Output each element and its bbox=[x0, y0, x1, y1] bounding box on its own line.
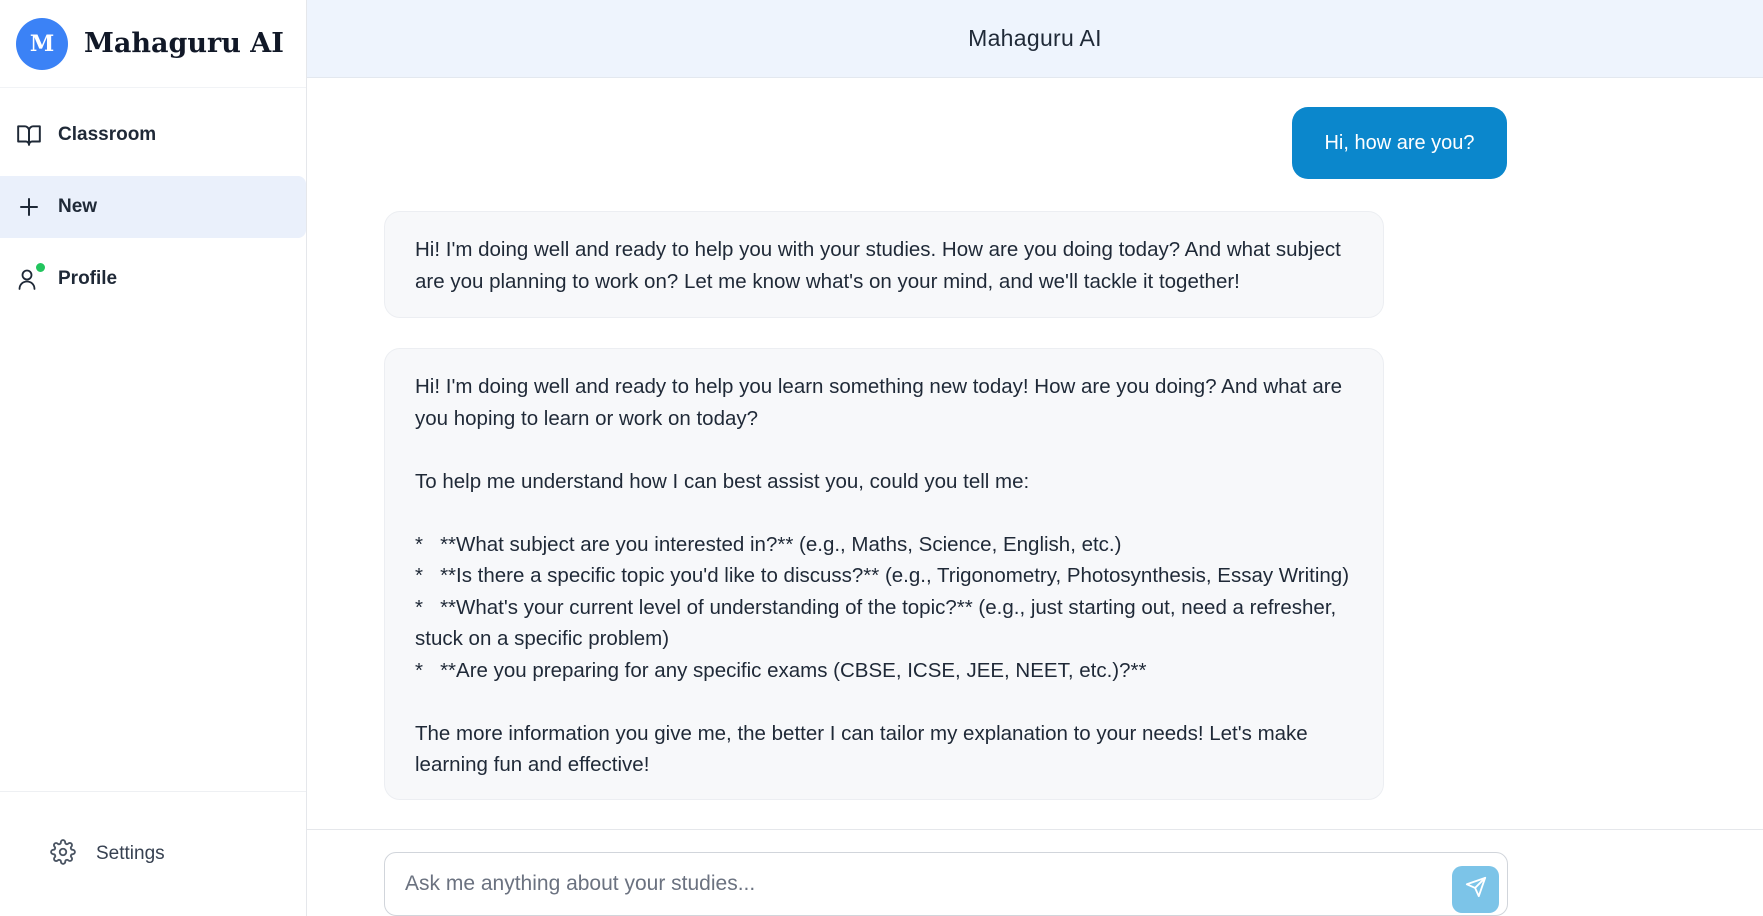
assistant-message: Hi! I'm doing well and ready to help you… bbox=[384, 348, 1384, 800]
sidebar-item-profile[interactable]: Profile bbox=[0, 248, 306, 310]
send-button[interactable] bbox=[1452, 866, 1499, 913]
brand: M Mahaguru AI bbox=[0, 0, 306, 88]
sidebar-nav: Classroom New Profile bbox=[0, 88, 306, 310]
page-title: Mahaguru AI bbox=[968, 25, 1102, 51]
online-status-dot bbox=[35, 262, 46, 273]
composer bbox=[384, 852, 1508, 916]
book-icon bbox=[16, 122, 42, 148]
composer-area bbox=[307, 829, 1763, 916]
sidebar: M Mahaguru AI Classroom New Profile Sett… bbox=[0, 0, 307, 916]
chat-messages: Hi, how are you? Hi! I'm doing well and … bbox=[307, 78, 1763, 828]
sidebar-item-label: Profile bbox=[58, 268, 118, 289]
brand-name: Mahaguru AI bbox=[84, 28, 284, 59]
chat-main: Mahaguru AI Hi, how are you? Hi! I'm doi… bbox=[307, 0, 1763, 916]
assistant-message: Hi! I'm doing well and ready to help you… bbox=[384, 211, 1384, 318]
brand-logo-avatar: M bbox=[16, 17, 68, 70]
sidebar-item-classroom[interactable]: Classroom bbox=[0, 104, 306, 166]
chat-input[interactable] bbox=[405, 853, 1425, 915]
sidebar-item-new[interactable]: New bbox=[0, 176, 306, 238]
plus-icon bbox=[16, 194, 42, 220]
top-bar: Mahaguru AI bbox=[307, 0, 1763, 78]
settings-button[interactable]: Settings bbox=[0, 791, 306, 916]
gear-icon bbox=[50, 838, 76, 870]
settings-label: Settings bbox=[96, 843, 165, 864]
user-icon bbox=[16, 262, 46, 292]
user-message: Hi, how are you? bbox=[1292, 107, 1507, 179]
send-icon bbox=[1465, 876, 1487, 903]
sidebar-item-label: New bbox=[58, 196, 98, 217]
sidebar-item-label: Classroom bbox=[58, 124, 157, 145]
